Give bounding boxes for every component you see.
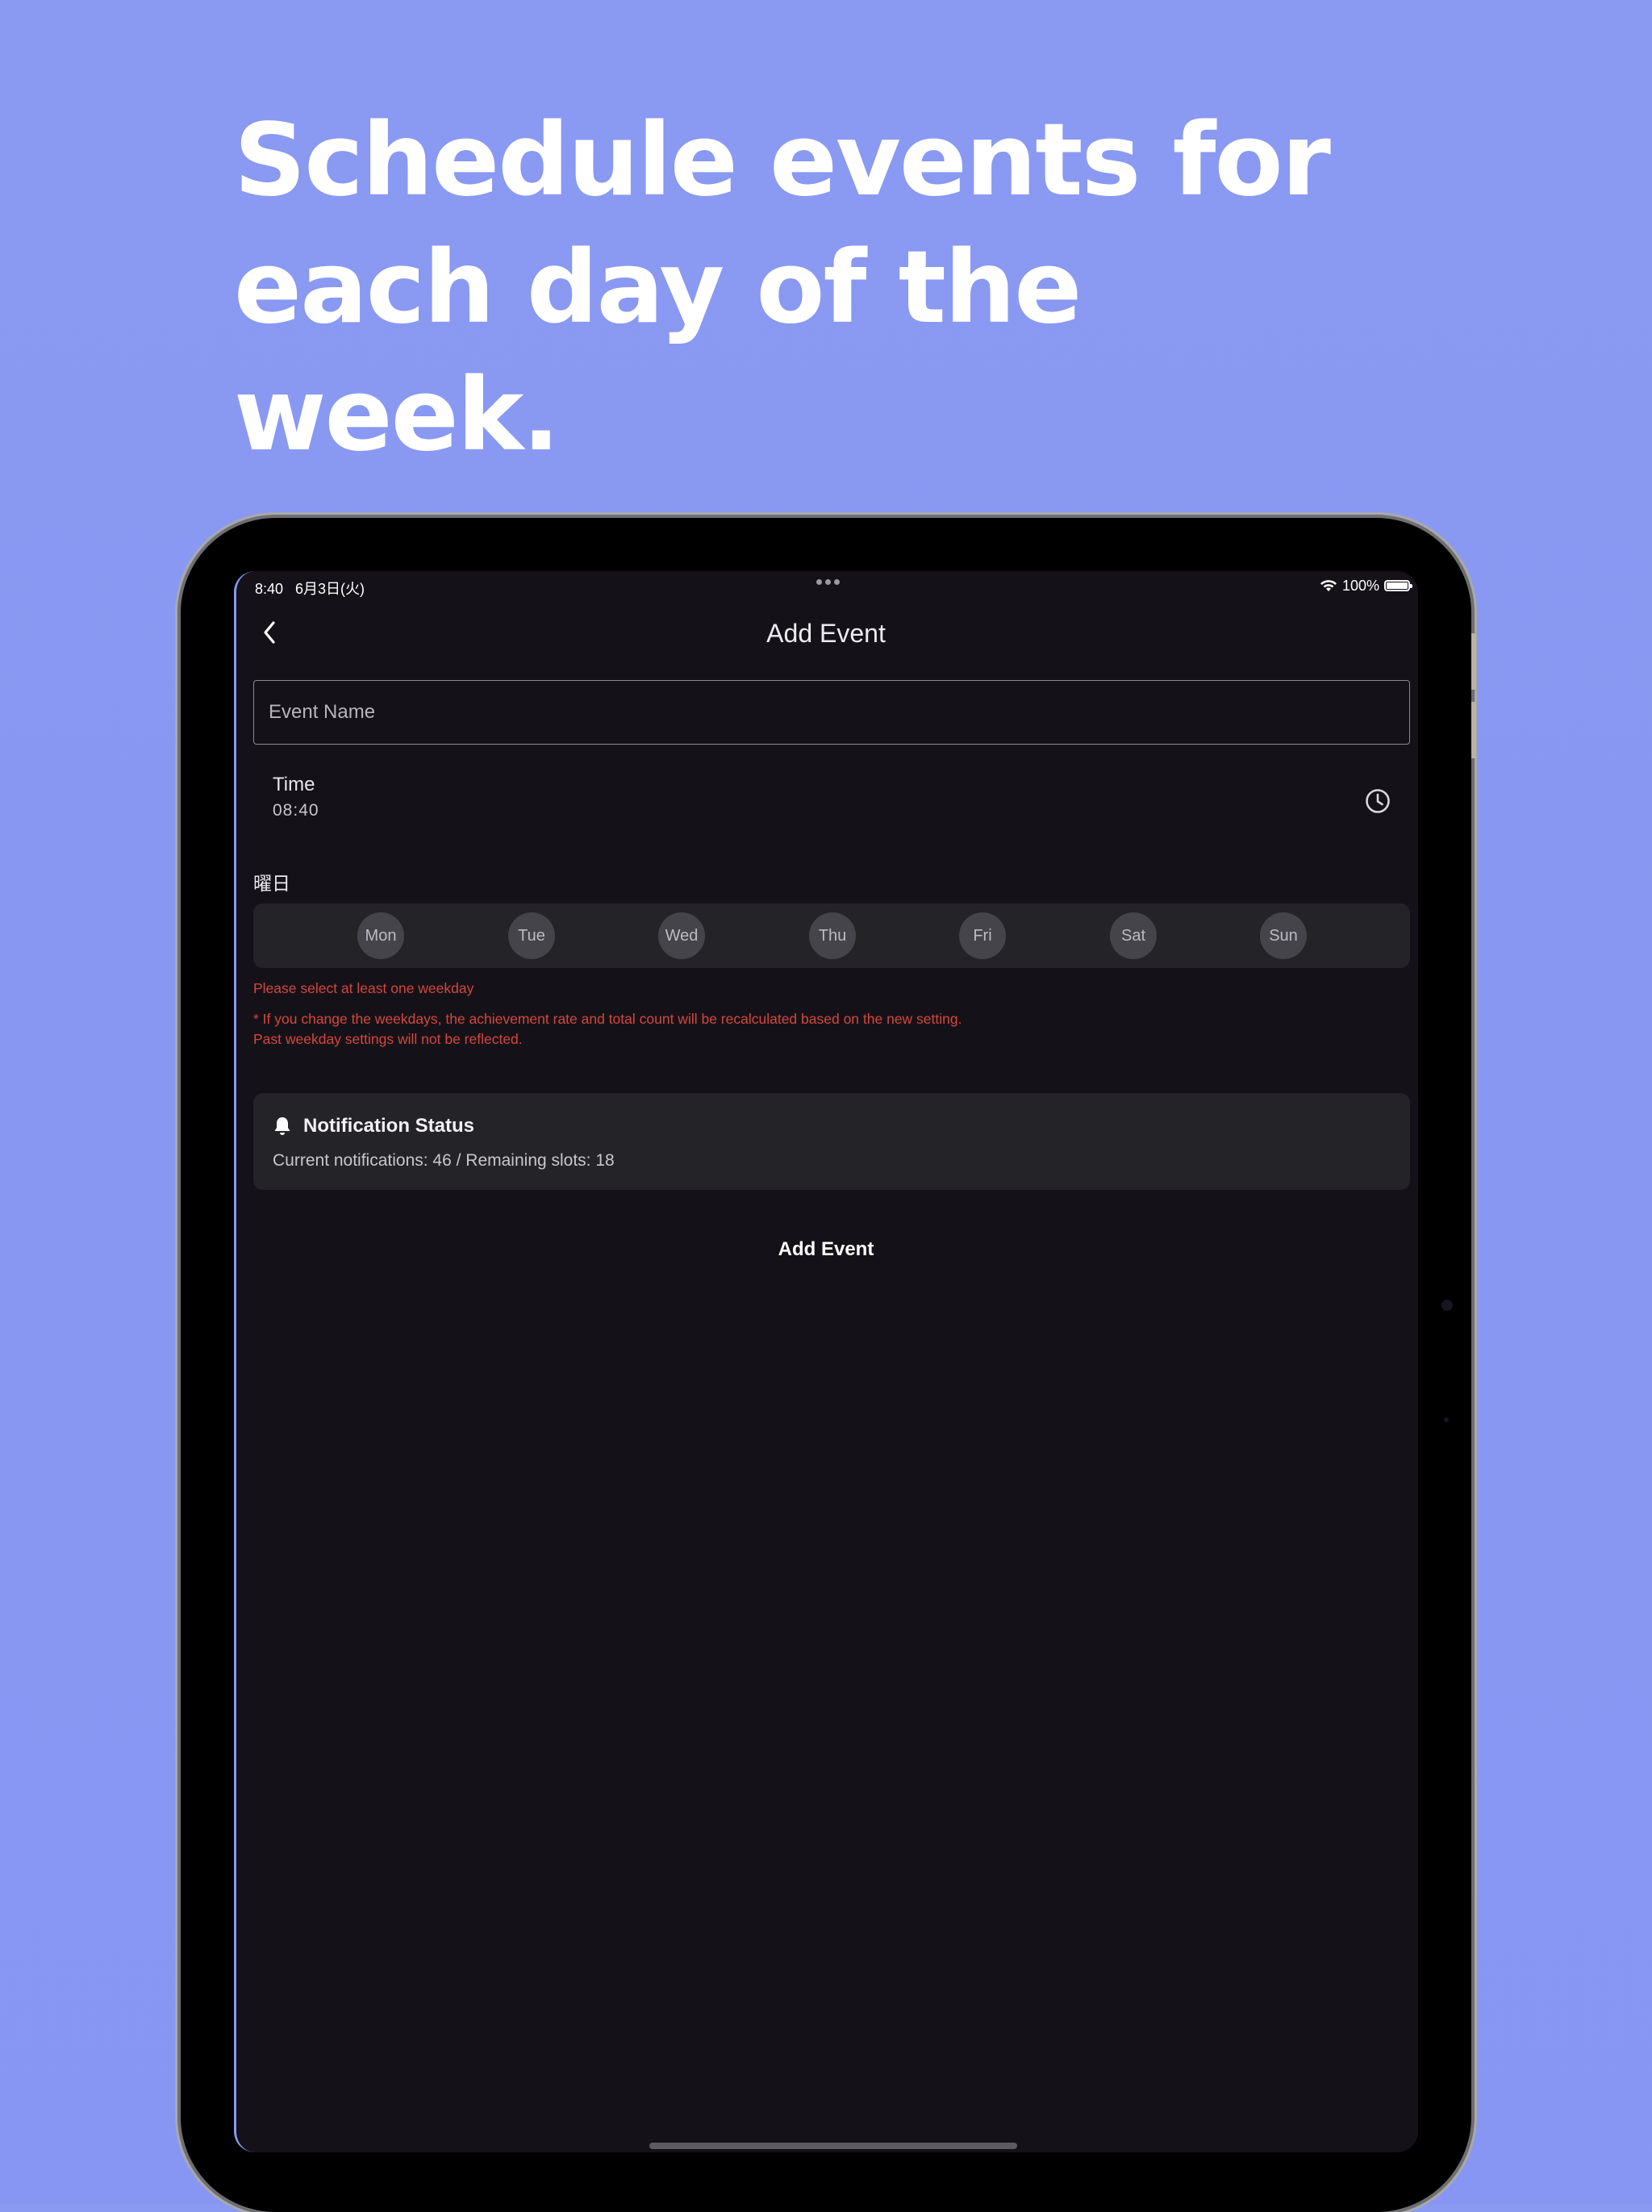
weekday-toggle-sun[interactable]: Sun (1260, 912, 1307, 959)
time-label: Time (273, 774, 315, 795)
camera-dot (1441, 1300, 1453, 1311)
status-time: 8:40 6月3日(火) (255, 581, 365, 597)
home-indicator[interactable] (649, 2143, 1017, 2149)
weekday-change-note: * If you change the weekdays, the achiev… (253, 1009, 962, 1050)
multitasking-dots-icon[interactable] (816, 579, 841, 586)
notification-status-title: Notification Status (303, 1115, 475, 1137)
weekday-toggle-fri[interactable]: Fri (959, 912, 1006, 959)
volume-up-button (1471, 633, 1476, 690)
headline-line: week. (234, 357, 560, 474)
headline-line: Schedule events for (234, 102, 1331, 219)
note-line: * If you change the weekdays, the achiev… (253, 1011, 962, 1027)
time-picker-row[interactable]: Time 08:40 (253, 769, 1410, 833)
weekday-toggle-sat[interactable]: Sat (1110, 912, 1157, 959)
volume-down-button (1471, 702, 1476, 758)
weekday-toggle-mon[interactable]: Mon (357, 912, 404, 959)
time-value: 08:40 (273, 801, 319, 820)
add-event-button[interactable]: Add Event (234, 1229, 1418, 1269)
clock-button[interactable] (1363, 787, 1392, 816)
notification-status-text: Current notifications: 46 / Remaining sl… (273, 1151, 615, 1170)
weekday-toggle-tue[interactable]: Tue (508, 912, 555, 959)
wifi-icon (1320, 580, 1337, 591)
app-screen: 8:40 6月3日(火) 100% Add Event Time 08:40 (234, 571, 1418, 2152)
battery-percent: 100% (1341, 577, 1379, 594)
weekday-toggle-thu[interactable]: Thu (809, 912, 856, 959)
sensor-dot (1444, 1417, 1449, 1422)
weekday-toggle-wed[interactable]: Wed (658, 912, 705, 959)
note-line: Past weekday settings will not be reflec… (253, 1031, 523, 1047)
notification-status-card: Notification Status Current notification… (253, 1093, 1410, 1190)
page-title: Add Event (766, 619, 886, 648)
weekday-section-title: 曜日 (253, 874, 290, 895)
bell-icon (274, 1117, 290, 1135)
weekday-selector: Mon Tue Wed Thu Fri Sat Sun (253, 904, 1410, 968)
event-name-input[interactable] (253, 680, 1410, 745)
battery-icon (1384, 580, 1412, 591)
headline-line: each day of the (234, 230, 1082, 346)
clock-icon (1366, 789, 1390, 813)
promo-headline: Schedule events for each day of the week… (234, 97, 1444, 479)
weekday-error-message: Please select at least one weekday (253, 980, 474, 996)
status-indicators: 100% (1320, 576, 1412, 595)
